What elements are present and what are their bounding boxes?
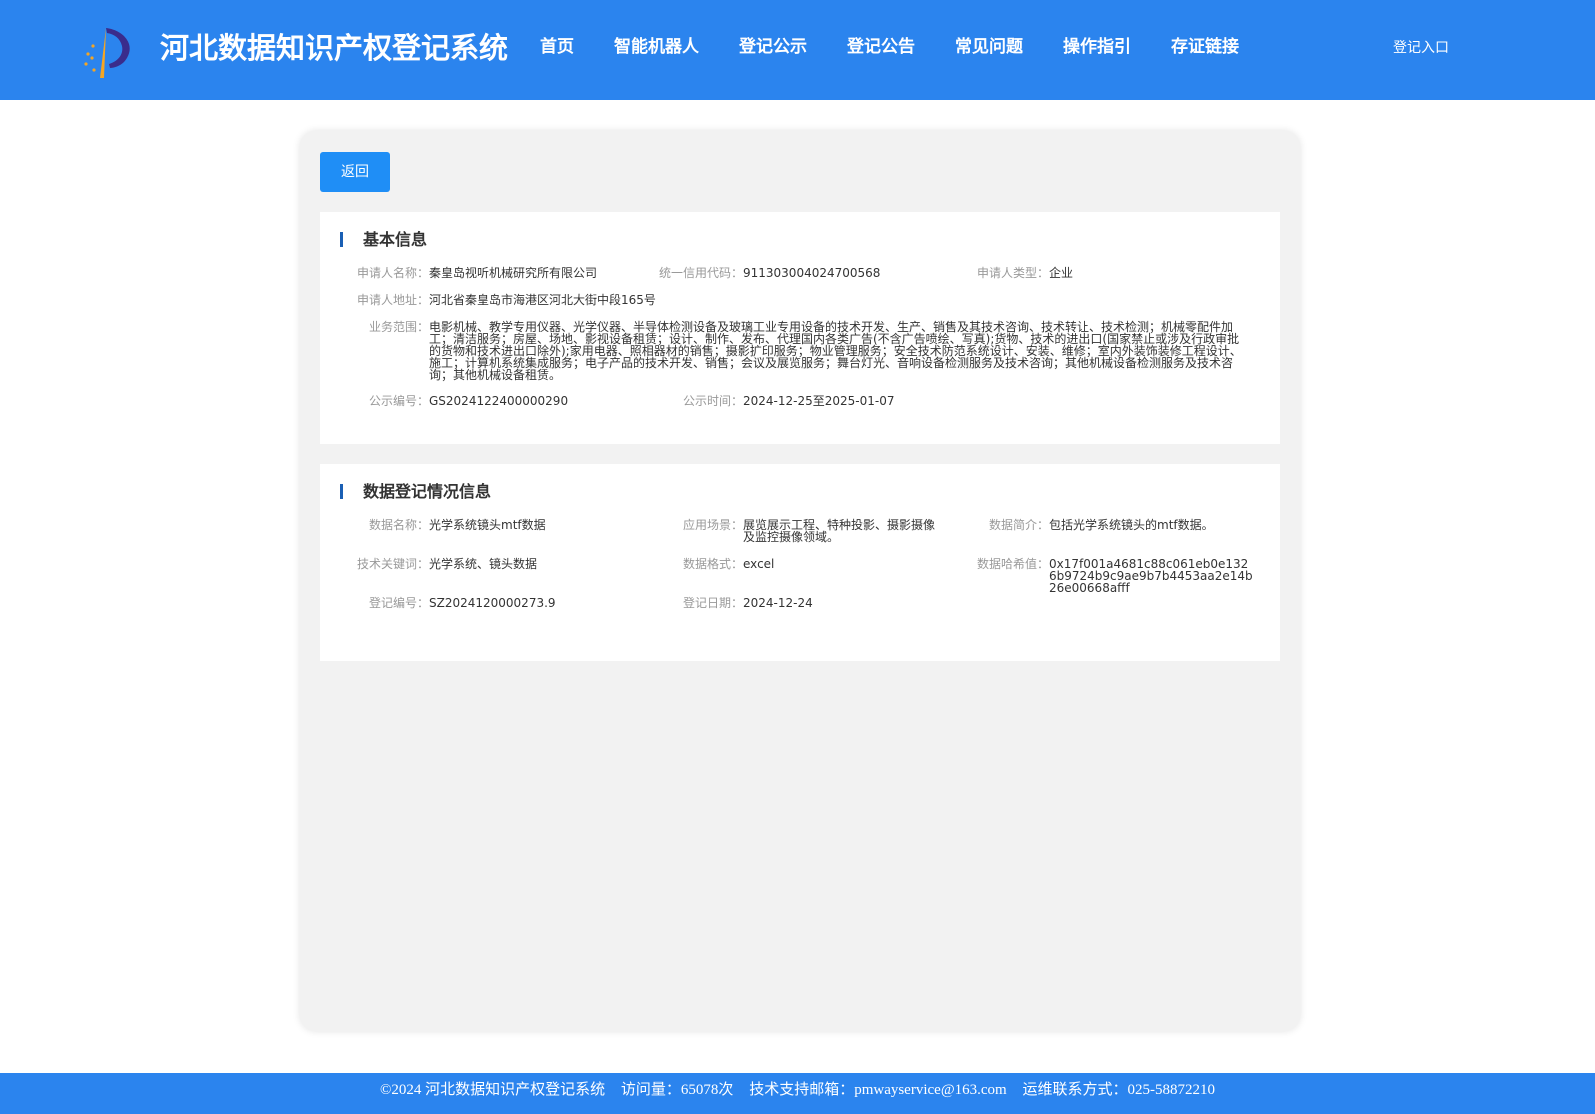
keywords-label: 技术关键词： [356, 557, 429, 571]
login-link[interactable]: 登记入口 [1393, 38, 1449, 58]
address-field: 申请人地址： 河北省秦皇岛市海港区河北大街中段165号 [340, 294, 656, 306]
data-name-label: 数据名称： [368, 518, 429, 532]
keywords-field: 技术关键词： 光学系统、镜头数据 [340, 558, 537, 570]
data-info-title: 数据登记情况信息 [363, 482, 492, 501]
data-name-value: 光学系统镜头mtf数据 [429, 518, 546, 532]
top-header: 河北数据知识产权登记系统 首页 智能机器人 登记公示 登记公告 常见问题 操作指… [0, 0, 1595, 100]
summary-field: 数据简介： 包括光学系统镜头的mtf数据。 [960, 519, 1214, 531]
nav-home[interactable]: 首页 [540, 34, 574, 60]
applicant-name-field: 申请人名称： 秦皇岛视听机械研究所有限公司 [340, 267, 597, 279]
summary-value: 包括光学系统镜头的mtf数据。 [1049, 518, 1214, 532]
business-scope-value: 电影机械、教学专用仪器、光学仪器、半导体检测设备及玻璃工业专用设备的技术开发、生… [429, 320, 1242, 382]
nav-faq[interactable]: 常见问题 [955, 34, 1023, 60]
hash-label: 数据哈希值： [976, 557, 1049, 571]
format-value: excel [743, 557, 775, 571]
nav-announcement[interactable]: 登记公告 [847, 34, 915, 60]
page-footer: ©2024 河北数据知识产权登记系统 访问量：65078次 技术支持邮箱：pmw… [0, 1073, 1595, 1114]
data-info-card: 数据登记情况信息 数据名称： 光学系统镜头mtf数据 应用场景： 展览展示工程、… [320, 464, 1280, 661]
nav-publicity[interactable]: 登记公示 [739, 34, 807, 60]
back-button[interactable]: 返回 [320, 152, 390, 192]
scenario-label: 应用场景： [682, 518, 743, 532]
nav-robot[interactable]: 智能机器人 [614, 34, 699, 60]
scenario-field: 应用场景： 展览展示工程、特种投影、摄影摄像及监控摄像领域。 [660, 519, 939, 543]
reg-date-field: 登记日期： 2024-12-24 [660, 597, 813, 609]
data-name-field: 数据名称： 光学系统镜头mtf数据 [340, 519, 546, 531]
credit-code-label: 统一信用代码： [658, 266, 743, 280]
logo-icon[interactable] [80, 24, 136, 80]
hash-field: 数据哈希值： 0x17f001a4681c88c061eb0e1326b9724… [960, 558, 1253, 594]
nav-guide[interactable]: 操作指引 [1063, 34, 1131, 60]
format-label: 数据格式： [682, 557, 743, 571]
title-accent-bar [340, 232, 343, 247]
credit-code-field: 统一信用代码： 911303004024700568 [640, 267, 880, 279]
applicant-type-label: 申请人类型： [976, 266, 1049, 280]
notice-no-value: GS2024122400000290 [429, 394, 569, 408]
footer-email: 技术支持邮箱：pmwayservice@163.com [749, 1082, 1007, 1098]
nav-evidence-link[interactable]: 存证链接 [1171, 34, 1239, 60]
notice-no-field: 公示编号： GS2024122400000290 [340, 395, 568, 407]
applicant-type-value: 企业 [1049, 266, 1074, 280]
notice-no-label: 公示编号： [368, 394, 429, 408]
scenario-value: 展览展示工程、特种投影、摄影摄像及监控摄像领域。 [743, 518, 936, 544]
reg-no-field: 登记编号： SZ2024120000273.9 [340, 597, 556, 609]
basic-info-card: 基本信息 申请人名称： 秦皇岛视听机械研究所有限公司 统一信用代码： 91130… [320, 212, 1280, 444]
business-scope-label: 业务范围： [368, 320, 429, 334]
reg-no-value: SZ2024120000273.9 [429, 596, 556, 610]
applicant-type-field: 申请人类型： 企业 [960, 267, 1073, 279]
footer-visits: 访问量：65078次 [620, 1082, 734, 1098]
credit-code-value: 911303004024700568 [743, 266, 881, 280]
footer-copyright: ©2024 河北数据知识产权登记系统 [380, 1082, 606, 1098]
notice-time-label: 公示时间： [682, 394, 743, 408]
address-value: 河北省秦皇岛市海港区河北大街中段165号 [429, 293, 656, 307]
main-nav: 首页 智能机器人 登记公示 登记公告 常见问题 操作指引 存证链接 [540, 34, 1279, 60]
title-accent-bar [340, 484, 343, 499]
reg-date-label: 登记日期： [682, 596, 743, 610]
site-title: 河北数据知识产权登记系统 [160, 31, 509, 65]
reg-date-value: 2024-12-24 [743, 596, 813, 610]
notice-time-field: 公示时间： 2024-12-25至2025-01-07 [660, 394, 895, 408]
business-scope-field: 业务范围： 电影机械、教学专用仪器、光学仪器、半导体检测设备及玻璃工业专用设备的… [340, 321, 1250, 381]
reg-no-label: 登记编号： [368, 596, 429, 610]
applicant-name-value: 秦皇岛视听机械研究所有限公司 [429, 266, 598, 280]
keywords-value: 光学系统、镜头数据 [429, 557, 538, 571]
address-label: 申请人地址： [356, 293, 429, 307]
notice-time-value: 2024-12-25至2025-01-07 [743, 394, 895, 408]
applicant-name-label: 申请人名称： [356, 266, 429, 280]
format-field: 数据格式： excel [660, 558, 774, 570]
detail-panel: 返回 基本信息 申请人名称： 秦皇岛视听机械研究所有限公司 统一信用代码： 91… [300, 131, 1300, 1031]
hash-value: 0x17f001a4681c88c061eb0e1326b9724b9c9ae9… [1049, 557, 1253, 595]
footer-phone: 运维联系方式：025-58872210 [1022, 1082, 1215, 1098]
summary-label: 数据简介： [988, 518, 1049, 532]
basic-info-title: 基本信息 [363, 230, 428, 249]
